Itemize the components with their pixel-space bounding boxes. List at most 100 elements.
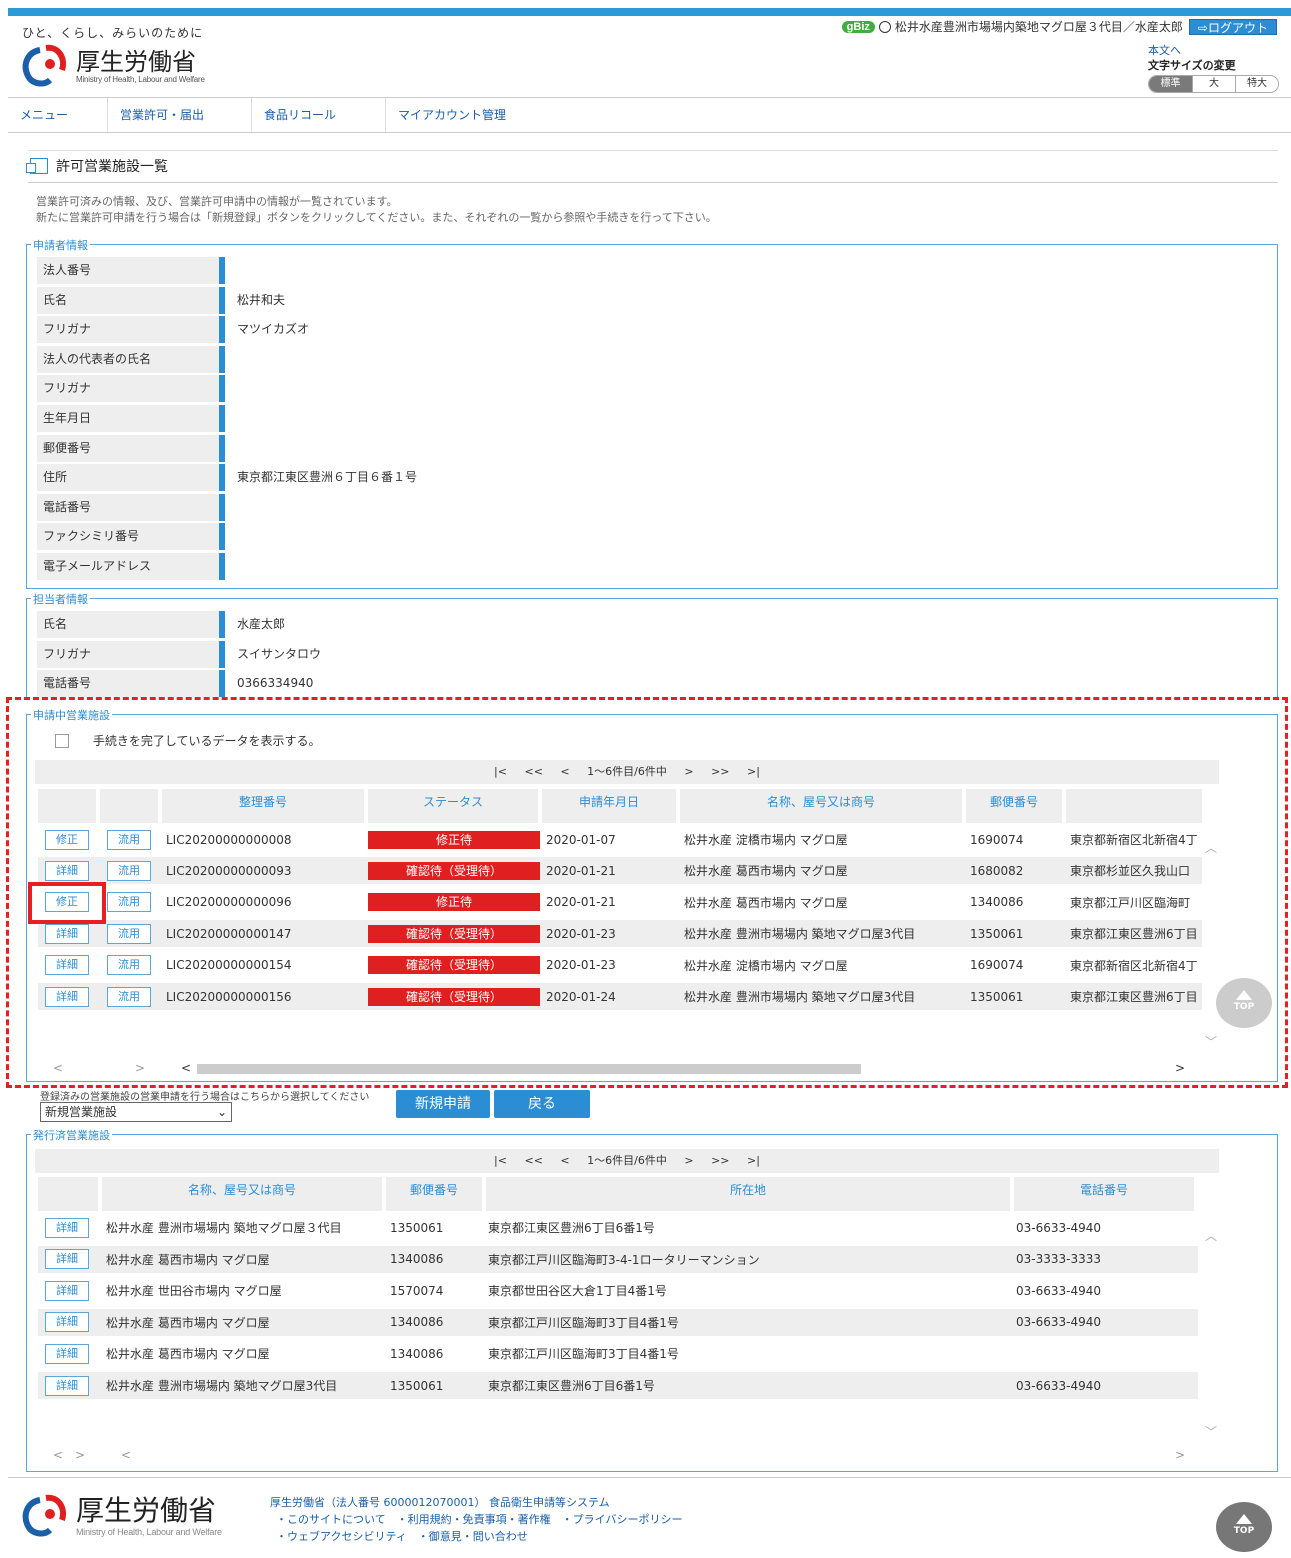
- detail-button[interactable]: 詳細: [45, 955, 89, 976]
- facility-select[interactable]: 新規営業施設 ⌄: [40, 1102, 232, 1122]
- footer-links-line[interactable]: ・このサイトについて ・利用規約・免責事項・著作権 ・プライバシーポリシー: [270, 1511, 682, 1528]
- cell-date: 2020-01-21: [546, 895, 616, 910]
- user-icon: [878, 20, 891, 33]
- highlight-red-box: [28, 882, 106, 924]
- horizontal-scrollbar[interactable]: < > < >: [35, 1448, 1219, 1462]
- logo-title: 厚生労働省: [76, 1494, 217, 1527]
- info-value: [225, 523, 237, 550]
- logo-subtitle: Ministry of Health, Labour and Welfare: [76, 74, 205, 84]
- show-completed-row: 手続きを完了しているデータを表示する。: [55, 732, 320, 749]
- detail-button[interactable]: 詳細: [45, 1217, 89, 1238]
- detail-button[interactable]: 詳細: [45, 986, 89, 1007]
- pager-last[interactable]: >|: [747, 1154, 760, 1167]
- pager-prev-page[interactable]: <<: [524, 1154, 542, 1167]
- table-cell: 詳細: [38, 955, 100, 976]
- pager-next-page[interactable]: >>: [711, 1154, 729, 1167]
- font-size-switcher: 標準 大 特大: [1148, 75, 1279, 93]
- nav-my-account[interactable]: マイアカウント管理: [386, 98, 536, 132]
- pager-next[interactable]: >: [684, 1154, 693, 1167]
- scroll-left-icon[interactable]: <: [53, 1448, 63, 1462]
- font-size-large-button[interactable]: 大: [1192, 76, 1235, 92]
- table-row: 詳細 松井水産 世田谷市場内 マグロ屋 1570074 東京都世田谷区大倉1丁目4番1…: [38, 1277, 1198, 1304]
- detail-button[interactable]: 詳細: [45, 1375, 89, 1396]
- scroll-down-icon[interactable]: ﹀: [1205, 1033, 1217, 1050]
- table-header: 整理番号 ステータス 申請年月日 名称、屋号又は商号 郵便番号: [38, 789, 1206, 823]
- detail-button[interactable]: 詳細: [45, 1343, 89, 1364]
- show-completed-checkbox[interactable]: [55, 733, 69, 748]
- table-row: 詳細 松井水産 葛西市場内 マグロ屋 1340086 東京都江戸川区臨海町3-4-1ロ…: [38, 1245, 1198, 1273]
- font-size-standard-button[interactable]: 標準: [1149, 76, 1192, 92]
- logo-title: 厚生労働省: [76, 47, 196, 76]
- table-cell: 詳細: [38, 1280, 104, 1301]
- cell-name: 松井水産 世田谷市場内 マグロ屋: [106, 1284, 282, 1299]
- pager-prev-page[interactable]: <<: [524, 765, 542, 778]
- scroll-right-icon[interactable]: >: [1175, 1448, 1185, 1462]
- cell-address: 東京都新宿区北新宿4丁: [1070, 833, 1198, 847]
- font-size-xlarge-button[interactable]: 特大: [1235, 76, 1278, 92]
- new-application-button[interactable]: 新規申請: [396, 1090, 490, 1118]
- info-row: ファクシミリ番号: [37, 523, 237, 551]
- back-button[interactable]: 戻る: [494, 1090, 590, 1118]
- reuse-button[interactable]: 流用: [107, 829, 151, 850]
- cell-name: 松井水産 葛西市場内 マグロ屋: [684, 895, 848, 910]
- arrow-up-icon: [1236, 990, 1252, 1000]
- info-row: 電話番号 0366334940: [37, 670, 313, 698]
- reuse-button[interactable]: 流用: [107, 986, 151, 1007]
- info-label: フリガナ: [37, 375, 225, 403]
- info-value: [225, 553, 237, 580]
- nav-business-permit[interactable]: 営業許可・届出: [108, 98, 252, 132]
- footer-links-line[interactable]: ・ウェブアクセシビリティ ・御意見・問い合わせ: [270, 1528, 682, 1545]
- edit-button[interactable]: 修正: [45, 829, 89, 850]
- scroll-left-icon[interactable]: <: [53, 1061, 63, 1075]
- header-cell-zip: 郵便番号: [966, 789, 1062, 823]
- detail-button[interactable]: 詳細: [45, 860, 89, 881]
- reuse-button[interactable]: 流用: [107, 860, 151, 881]
- reuse-button[interactable]: 流用: [107, 923, 151, 944]
- scroll-up-icon[interactable]: ︿: [1205, 1227, 1217, 1244]
- logout-button[interactable]: ⇨ログアウト: [1188, 18, 1277, 35]
- pager-next[interactable]: >: [684, 765, 693, 778]
- scroll-right-icon[interactable]: >: [75, 1448, 85, 1462]
- facility-select-value: 新規営業施設: [45, 1105, 118, 1119]
- reuse-button[interactable]: 流用: [107, 892, 151, 913]
- pager-prev[interactable]: <: [560, 1154, 569, 1167]
- scroll-left-icon[interactable]: <: [181, 1061, 191, 1075]
- cell-zip: 1340086: [390, 1252, 444, 1267]
- chevron-down-icon: ⌄: [216, 1105, 227, 1119]
- table-cell: 詳細: [38, 1249, 104, 1270]
- nav-menu[interactable]: メニュー: [8, 98, 108, 132]
- scrollbar-thumb[interactable]: [197, 1064, 861, 1074]
- info-value: [225, 257, 237, 284]
- pager-last[interactable]: >|: [747, 765, 760, 778]
- scroll-down-icon[interactable]: ﹀: [1205, 1423, 1217, 1440]
- cell-name: 松井水産 葛西市場内 マグロ屋: [106, 1347, 270, 1362]
- info-value: [225, 346, 237, 373]
- detail-button[interactable]: 詳細: [45, 923, 89, 944]
- detail-button[interactable]: 詳細: [45, 1312, 89, 1333]
- footer-logo[interactable]: 厚生労働省 Ministry of Health, Labour and Wel…: [20, 1494, 222, 1538]
- cell-address: 東京都世田谷区大倉1丁目4番1号: [488, 1284, 667, 1299]
- back-to-top-button[interactable]: TOP: [1216, 978, 1272, 1028]
- back-to-top-button[interactable]: TOP: [1216, 1502, 1272, 1552]
- detail-button[interactable]: 詳細: [45, 1280, 89, 1301]
- section-legend: 担当者情報: [31, 591, 90, 607]
- pager-next-page[interactable]: >>: [711, 765, 729, 778]
- reuse-button[interactable]: 流用: [107, 955, 151, 976]
- user-name: 松井水産豊洲市場場内築地マグロ屋３代目／水産太郎: [894, 20, 1183, 34]
- pager-prev[interactable]: <: [560, 765, 569, 778]
- nav-food-recall[interactable]: 食品リコール: [252, 98, 386, 132]
- detail-button[interactable]: 詳細: [45, 1249, 89, 1270]
- pager-first[interactable]: |<: [494, 765, 507, 778]
- pager-first[interactable]: |<: [494, 1154, 507, 1167]
- scroll-right-icon[interactable]: >: [135, 1061, 145, 1075]
- skip-to-content-link[interactable]: 本文へ: [1148, 42, 1181, 58]
- scroll-up-icon[interactable]: ︿: [1205, 839, 1217, 856]
- cell-phone: 03-6633-4940: [1016, 1283, 1102, 1298]
- info-value: [225, 494, 237, 521]
- site-logo[interactable]: 厚生労働省 Ministry of Health, Labour and Wel…: [20, 44, 205, 88]
- cell-phone: 03-6633-4940: [1016, 1378, 1102, 1393]
- scroll-left-icon[interactable]: <: [121, 1448, 131, 1462]
- mhlw-logo-icon: [22, 44, 66, 87]
- horizontal-scrollbar[interactable]: < > < >: [35, 1061, 1219, 1075]
- scroll-right-icon[interactable]: >: [1175, 1061, 1185, 1075]
